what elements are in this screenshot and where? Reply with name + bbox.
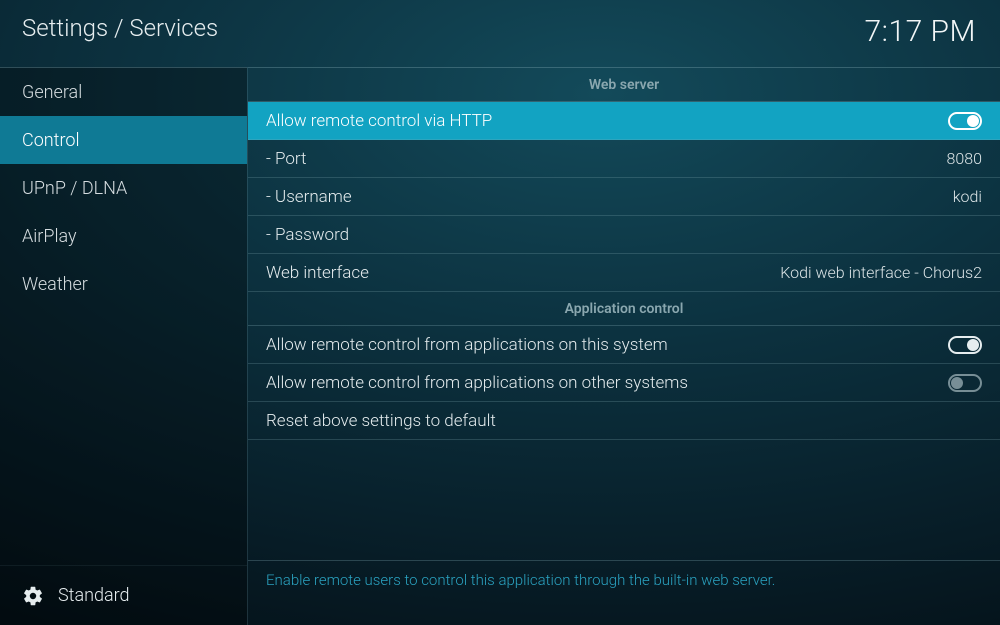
setting-label: Allow remote control from applications o…: [266, 373, 688, 393]
setting-label: Allow remote control via HTTP: [266, 111, 492, 131]
sidebar: GeneralControlUPnP / DLNAAirPlayWeather …: [0, 67, 247, 625]
settings-window: Settings / Services 7:17 PM GeneralContr…: [0, 0, 1000, 625]
settings-level-label: Standard: [58, 585, 130, 606]
toggle[interactable]: [948, 112, 982, 130]
setting-allow-remote-control-via-http[interactable]: Allow remote control via HTTP: [248, 102, 1000, 140]
setting-web-interface[interactable]: Web interface Kodi web interface - Chorus…: [248, 254, 1000, 292]
settings-level-button[interactable]: Standard: [0, 565, 247, 625]
main-panel: Web server Allow remote control via HTTP -…: [247, 67, 1000, 625]
setting-username[interactable]: - Username kodi: [248, 178, 1000, 216]
sidebar-item-general[interactable]: General: [0, 68, 247, 116]
setting-value: 8080: [947, 149, 983, 168]
setting-port[interactable]: - Port 8080: [248, 140, 1000, 178]
setting-label: Web interface: [266, 263, 369, 283]
group-header-web-server: Web server: [248, 68, 1000, 102]
clock: 7:17 PM: [865, 14, 976, 49]
breadcrumb: Settings / Services: [22, 14, 218, 42]
setting-label: - Port: [266, 149, 307, 169]
sidebar-list: GeneralControlUPnP / DLNAAirPlayWeather: [0, 68, 247, 565]
setting-label: - Username: [266, 187, 352, 207]
sidebar-item-control[interactable]: Control: [0, 116, 247, 164]
setting-label: - Password: [266, 225, 349, 245]
toggle[interactable]: [948, 374, 982, 392]
sidebar-item-upnp-dlna[interactable]: UPnP / DLNA: [0, 164, 247, 212]
setting-allow-remote-control-from-applications-on-other-systems[interactable]: Allow remote control from applications o…: [248, 364, 1000, 402]
toggle[interactable]: [948, 336, 982, 354]
setting-label: Reset above settings to default: [266, 411, 496, 431]
spacer: [248, 440, 1000, 560]
setting-allow-remote-control-from-applications-on-this-system[interactable]: Allow remote control from applications o…: [248, 326, 1000, 364]
gear-icon: [22, 585, 44, 607]
sidebar-item-airplay[interactable]: AirPlay: [0, 212, 247, 260]
setting-value: kodi: [953, 187, 982, 206]
sidebar-item-weather[interactable]: Weather: [0, 260, 247, 308]
hint-text: Enable remote users to control this appl…: [248, 561, 1000, 625]
group-header-application-control: Application control: [248, 292, 1000, 326]
setting-reset-above-settings-to-default[interactable]: Reset above settings to default: [248, 402, 1000, 440]
setting-label: Allow remote control from applications o…: [266, 335, 668, 355]
header: Settings / Services 7:17 PM: [0, 0, 1000, 67]
body: GeneralControlUPnP / DLNAAirPlayWeather …: [0, 67, 1000, 625]
setting-password[interactable]: - Password: [248, 216, 1000, 254]
setting-value: Kodi web interface - Chorus2: [780, 263, 982, 282]
